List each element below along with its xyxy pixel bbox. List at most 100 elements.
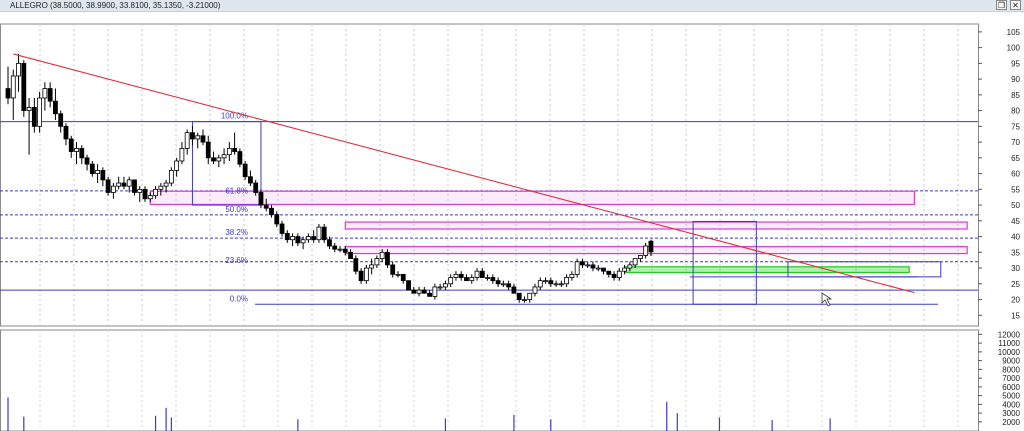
price-panel-frame [0, 23, 979, 327]
candle-body [237, 151, 243, 165]
candle-body [564, 277, 570, 285]
candle-body [474, 270, 480, 278]
candle-body [558, 283, 564, 286]
candle-body [142, 188, 148, 200]
fib-level-label: 0.0% [230, 294, 248, 303]
candle-body [358, 270, 364, 282]
price-chart[interactable]: 100.0%61.8%50.0%38.2%23.6%0.0%1520253035… [0, 12, 1024, 431]
candle-body [437, 286, 443, 289]
candle-body [132, 179, 137, 193]
candle-body [284, 233, 290, 241]
candle-body [611, 273, 617, 278]
candle-body [427, 292, 433, 297]
volume-tick-label: 2000 [1002, 418, 1020, 427]
candle-body [448, 277, 454, 285]
candle-body [116, 182, 122, 187]
candle-body [569, 273, 575, 278]
candle-body [248, 176, 253, 184]
candle-body [305, 236, 311, 241]
candle-body [321, 226, 327, 241]
price-tick-label: 45 [1011, 217, 1020, 226]
candle-body [495, 280, 501, 285]
candle-body [590, 264, 596, 269]
candle-body [216, 157, 222, 162]
candle-body [406, 280, 411, 291]
volume-tick-label: 3000 [1002, 409, 1020, 418]
candle-body [585, 264, 591, 267]
candle-body [395, 273, 401, 276]
candle-body [500, 283, 506, 286]
candle-body [105, 179, 111, 193]
candle-body [26, 107, 32, 112]
price-tick-label: 60 [1011, 170, 1020, 179]
price-tick-label: 15 [1011, 311, 1020, 320]
candle-body [342, 248, 348, 253]
candle-body [42, 88, 48, 99]
window-title: ALLEGRO (38.5000, 38.9900, 33.8100, 35.1… [10, 1, 221, 10]
candle-body [232, 147, 238, 152]
candle-body [316, 226, 322, 241]
candle-body [453, 273, 459, 278]
candle-body [548, 280, 554, 285]
price-tick-label: 50 [1011, 201, 1020, 210]
candle-body [290, 236, 295, 241]
candle-body [369, 264, 375, 269]
candle-body [374, 258, 380, 266]
candle-body [553, 283, 559, 286]
candle-body [31, 107, 37, 127]
candle-body [327, 239, 332, 247]
fib-level-label: 61.8% [225, 186, 248, 195]
candle-body [337, 248, 343, 251]
candle-body [89, 163, 95, 174]
candle-body [211, 157, 216, 162]
candle-body [348, 251, 353, 260]
candle-body [522, 299, 527, 301]
candle-body [269, 207, 274, 215]
candle-body [137, 188, 143, 193]
candle-body [432, 286, 438, 297]
candle-body [606, 270, 612, 275]
candle-body [385, 251, 390, 266]
candle-body [527, 292, 533, 300]
price-tick-label: 85 [1011, 91, 1020, 100]
candle-body [153, 188, 158, 197]
candle-body [95, 170, 100, 174]
price-tick-label: 100 [1007, 44, 1021, 53]
fib-level-label: 38.2% [225, 228, 248, 237]
candle-body [79, 147, 85, 159]
zone-rectangle [149, 190, 916, 206]
candle-body [574, 261, 580, 275]
volume-tick-label: 6000 [1002, 383, 1020, 392]
volume-tick-label: 7000 [1002, 374, 1020, 383]
zone-rectangle [623, 266, 910, 274]
price-tick-label: 90 [1011, 75, 1020, 84]
candle-body [353, 258, 359, 272]
candle-body [411, 289, 417, 294]
candle-body [464, 277, 469, 282]
price-tick-label: 35 [1011, 248, 1020, 257]
candle-body [195, 135, 201, 140]
candle-body [184, 132, 190, 149]
candle-body [147, 195, 153, 200]
restore-window-icon[interactable]: ❐ [996, 0, 1007, 10]
candle-body [443, 283, 448, 288]
candle-body [121, 182, 127, 187]
volume-tick-label: 8000 [1002, 365, 1020, 374]
candle-body [53, 100, 58, 115]
close-window-icon[interactable]: ✕ [1010, 0, 1021, 10]
price-tick-label: 65 [1011, 154, 1020, 163]
volume-tick-label: 5000 [1002, 392, 1020, 401]
price-tick-label: 80 [1011, 107, 1020, 116]
candle-body [100, 170, 106, 181]
candle-body [190, 132, 195, 140]
candle-body [416, 289, 422, 294]
candle-body [485, 277, 490, 279]
chart-window: ALLEGRO (38.5000, 38.9900, 33.8100, 35.1… [0, 0, 1024, 431]
candle-body [400, 273, 406, 282]
candle-body [511, 286, 517, 294]
price-tick-label: 70 [1011, 138, 1020, 147]
volume-tick-label: 11000 [998, 339, 1020, 348]
candle-body [363, 267, 369, 282]
candle-body [263, 204, 269, 209]
candle-body [58, 113, 64, 127]
